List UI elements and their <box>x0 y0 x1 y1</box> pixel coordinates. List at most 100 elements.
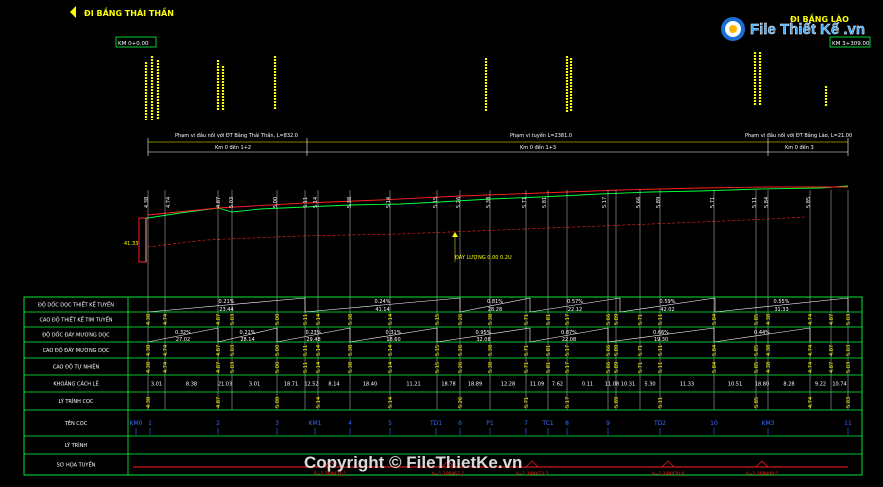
cell-value: 4.87 <box>216 314 222 325</box>
stake-name: 4 <box>348 420 352 427</box>
cell-value: 5.11 <box>658 314 664 325</box>
section-2-km: Km 0 đến 1+3 <box>520 144 556 151</box>
cell-value: 5.17 <box>565 362 571 373</box>
cell-value: 5.00 <box>275 362 281 373</box>
profile-drawing: ĐI BẮNG THÁI THẦN ĐI BẮNG LÀO KM 0+0.00 … <box>23 6 871 477</box>
ditch-grade: 0.31% <box>386 330 402 336</box>
cell-value: 4.87 <box>216 345 222 356</box>
cell-value: 4.74 <box>808 362 814 373</box>
distance-value: 3.01 <box>151 382 162 388</box>
cell-value: 4.87 <box>829 362 835 373</box>
ditch-length: 27.02 <box>176 337 190 343</box>
cell-value: 5.81 <box>546 362 552 373</box>
stake-name: 6 <box>458 420 462 427</box>
ditch-grade: 0.87% <box>561 330 577 336</box>
stake-name: TD2 <box>653 420 666 427</box>
stake-name: 1 <box>148 420 152 427</box>
cell-value: 4.38 <box>766 345 772 356</box>
profile-value: 5.89 <box>656 197 662 208</box>
ditch-grade: 0.21% <box>240 330 256 336</box>
cell-value: 4.38 <box>146 345 152 356</box>
cell-value: 5.84 <box>712 345 718 356</box>
distance-value: 8.14 <box>328 382 339 388</box>
distance-value: 18.40 <box>363 382 377 388</box>
distance-value: 11.33 <box>680 382 694 388</box>
cell-value: 5.71 <box>524 397 530 408</box>
cell-value: 5.89 <box>614 397 620 408</box>
vertical-callouts <box>144 52 828 120</box>
cell-value: 5.11 <box>658 362 664 373</box>
cell-value: 5.03 <box>846 362 852 373</box>
ditch-grade: 0.32% <box>175 330 191 336</box>
distance-value: 10.51 <box>728 382 742 388</box>
stake-name: TC1 <box>541 420 554 427</box>
cell-value: 5.85 <box>754 345 760 356</box>
cell-value: 5.00 <box>275 345 281 356</box>
cell-value: 4.38 <box>146 397 152 408</box>
cell-value: 5.17 <box>565 314 571 325</box>
section-3-label: Phạm vi đầu nối với ĐT Bằng Lào, L=21.00 <box>745 131 852 139</box>
ditch-length: 22.08 <box>562 337 576 343</box>
profile-value: 5.17 <box>602 197 608 208</box>
cell-value: 5.15 <box>435 362 441 373</box>
cell-value: 5.17 <box>565 345 571 356</box>
cell-value: 5.15 <box>435 345 441 356</box>
cell-value: 5.14 <box>316 314 322 325</box>
grade-value: 0.59% <box>660 299 676 305</box>
cell-value: 5.03 <box>846 314 852 325</box>
cell-value: 5.66 <box>606 345 612 356</box>
cell-value: 4.87 <box>216 397 222 408</box>
profile-value: 4.38 <box>144 197 150 208</box>
cell-value: 5.14 <box>388 314 394 325</box>
distance-value: 18.71 <box>284 382 298 388</box>
profile-value: 5.84 <box>764 197 770 208</box>
cell-value: 5.14 <box>316 397 322 408</box>
profile-value: 4.87 <box>216 197 222 208</box>
grade-length: 42.02 <box>660 307 674 313</box>
cell-value: 5.89 <box>614 345 620 356</box>
profile-value: 5.11 <box>752 197 758 208</box>
cell-value: 4.74 <box>163 345 169 356</box>
stake-name: KM3 <box>762 420 775 427</box>
ditch-length: 18.60 <box>386 337 400 343</box>
section-dimensions <box>147 138 849 156</box>
cell-value: 5.26 <box>458 314 464 325</box>
water-level: ĐÁY LƯỢNG 0.00 0.2U <box>455 254 512 261</box>
cell-value: 5.03 <box>230 345 236 356</box>
cell-value: 4.74 <box>808 314 814 325</box>
cell-value: 5.81 <box>546 345 552 356</box>
cell-value: 5.26 <box>458 362 464 373</box>
cell-value: 4.74 <box>163 314 169 325</box>
ditch-grade: 0.44% <box>754 330 770 336</box>
cell-value: 5.71 <box>638 362 644 373</box>
cell-value: 4.74 <box>163 362 169 373</box>
cell-value: 5.38 <box>348 314 354 325</box>
profile-value: 5.14 <box>386 197 392 208</box>
cell-value: 5.71 <box>638 345 644 356</box>
cell-value: 5.11 <box>658 345 664 356</box>
profile-value: 5.11 <box>303 197 309 208</box>
section-1-km: Km 0 đến 1+2 <box>215 144 251 151</box>
stake-name: 7 <box>524 420 528 427</box>
ditch-length: 32.08 <box>476 337 490 343</box>
distance-value: 8.28 <box>783 382 794 388</box>
profile-value: 5.26 <box>456 197 462 208</box>
row-label: CAO ĐỘ THIẾT KẾ TIM TUYẾN <box>40 316 113 324</box>
cell-value: 5.14 <box>388 345 394 356</box>
cell-value: 5.71 <box>638 314 644 325</box>
cell-value: 4.87 <box>829 345 835 356</box>
cell-value: 5.81 <box>546 314 552 325</box>
cell-value: 5.71 <box>524 345 530 356</box>
cell-value: 4.74 <box>808 397 814 408</box>
stake-name: P1 <box>486 420 494 427</box>
ditch-length: 29.48 <box>306 337 320 343</box>
curve-label: A=1 108420.0 <box>652 471 685 477</box>
cell-value: 5.85 <box>754 314 760 325</box>
cell-value: 5.03 <box>846 397 852 408</box>
cell-value: 5.11 <box>303 345 309 356</box>
cell-value: 5.11 <box>658 397 664 408</box>
cell-value: 5.89 <box>614 362 620 373</box>
stake-name: 9 <box>606 420 610 427</box>
profile-value: 5.71 <box>522 197 528 208</box>
cell-value: 5.03 <box>846 345 852 356</box>
